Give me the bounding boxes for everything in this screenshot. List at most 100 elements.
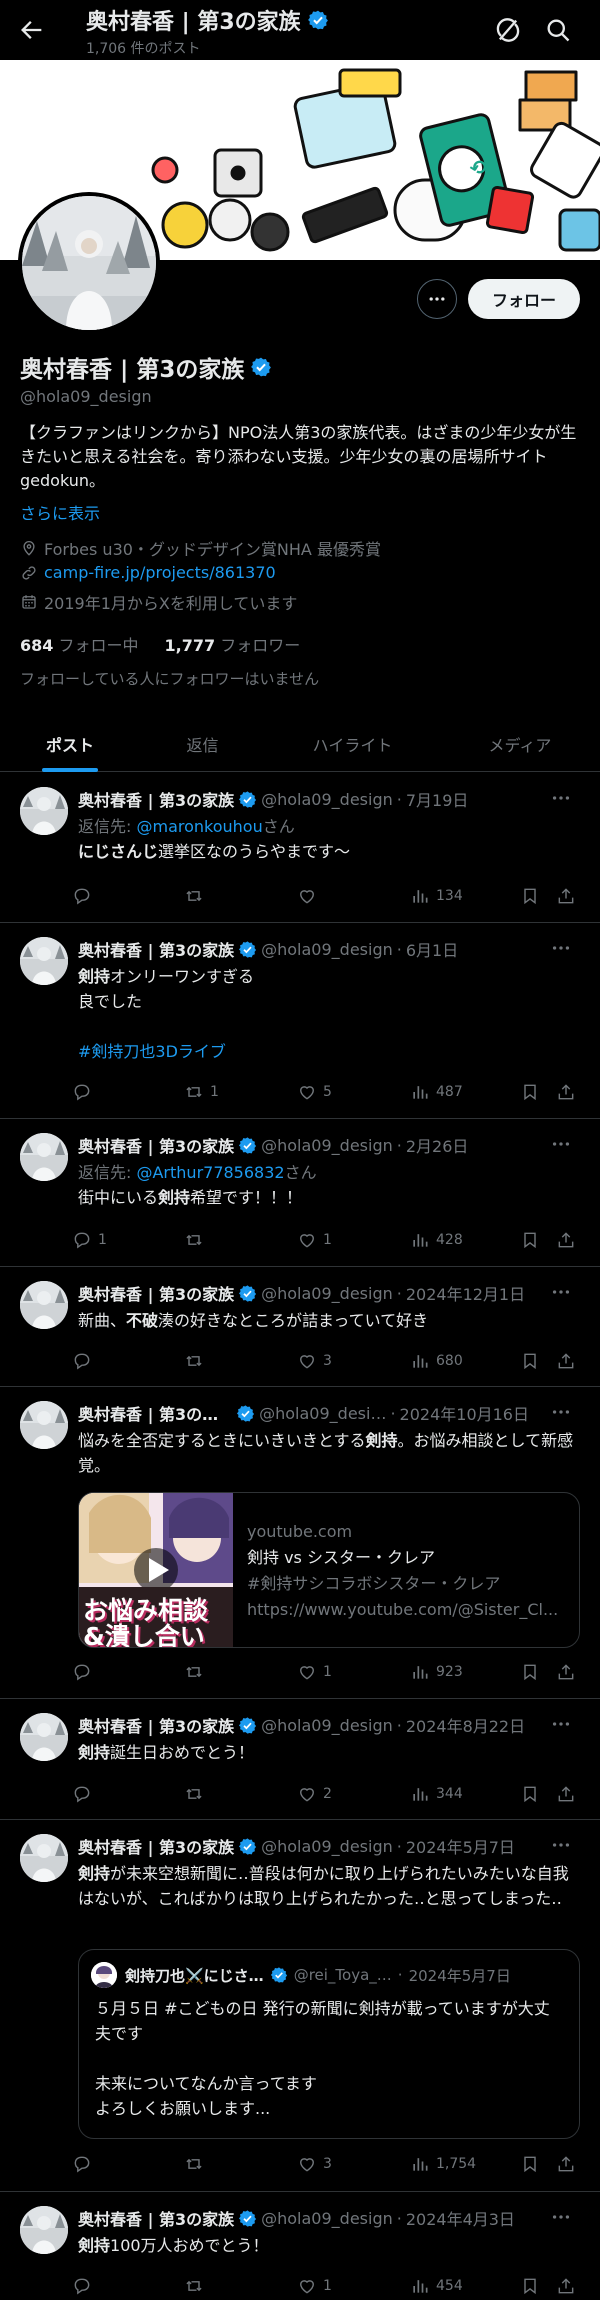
- post-author-name[interactable]: 奥村春香 | 第3の家族: [78, 1281, 234, 1305]
- like-action[interactable]: 1: [297, 2272, 332, 2300]
- grok-refresh-icon[interactable]: [494, 16, 522, 44]
- post-more-icon[interactable]: [550, 1834, 572, 1856]
- post-avatar[interactable]: [20, 1401, 68, 1449]
- post-item[interactable]: 奥村春香 | 第3の… @hola09_desi… · 2024年10月16日 …: [0, 1387, 600, 1699]
- post-date[interactable]: 2月26日: [406, 1133, 469, 1157]
- repost-action[interactable]: [184, 1226, 210, 1254]
- profile-avatar[interactable]: [18, 192, 160, 334]
- views-action[interactable]: 923: [410, 1658, 463, 1686]
- followers-link[interactable]: 1,777 フォロワー: [165, 632, 301, 656]
- post-handle[interactable]: @hola09_design: [261, 790, 393, 809]
- tab-replies[interactable]: 返信: [130, 716, 275, 772]
- post-more-icon[interactable]: [550, 1401, 572, 1423]
- post-item[interactable]: 奥村春香 | 第3の家族 @hola09_design · 7月19日 返信先:…: [0, 773, 600, 923]
- post-item[interactable]: 奥村春香 | 第3の家族 @hola09_design · 2024年12月1日…: [0, 1267, 600, 1387]
- post-author-name[interactable]: 奥村春香 | 第3の…: [78, 1401, 218, 1425]
- views-action[interactable]: 344: [410, 1780, 463, 1808]
- following-link[interactable]: 684 フォロー中: [20, 632, 139, 656]
- post-hashtag[interactable]: #剣持刀也3Dライブ: [78, 1039, 580, 1064]
- share-action[interactable]: [556, 1226, 576, 1254]
- reply-to-user[interactable]: @maronkouhou: [136, 817, 262, 836]
- reply-action[interactable]: [72, 1078, 98, 1106]
- reply-to-user[interactable]: @Arthur77856832: [136, 1163, 284, 1182]
- post-item[interactable]: 奥村春香 | 第3の家族 @hola09_design · 2月26日 返信先:…: [0, 1119, 600, 1267]
- post-handle[interactable]: @hola09_design: [261, 940, 393, 959]
- like-action[interactable]: [297, 882, 323, 910]
- repost-action[interactable]: [184, 1658, 210, 1686]
- reply-action[interactable]: [72, 1347, 98, 1375]
- back-arrow-icon[interactable]: [18, 16, 46, 44]
- bookmark-action[interactable]: [520, 2150, 540, 2178]
- post-avatar[interactable]: [20, 1133, 68, 1181]
- views-action[interactable]: 134: [410, 882, 463, 910]
- share-action[interactable]: [556, 882, 576, 910]
- post-handle[interactable]: @hola09_design: [261, 1136, 393, 1155]
- repost-action[interactable]: 1: [184, 1078, 219, 1106]
- post-date[interactable]: 2024年8月22日: [406, 1713, 525, 1737]
- views-action[interactable]: 454: [410, 2272, 463, 2300]
- repost-action[interactable]: [184, 2272, 210, 2300]
- repost-action[interactable]: [184, 882, 210, 910]
- like-action[interactable]: 1: [297, 1226, 332, 1254]
- like-action[interactable]: 2: [297, 1780, 332, 1808]
- views-action[interactable]: 487: [410, 1078, 463, 1106]
- tab-posts[interactable]: ポスト: [0, 716, 140, 772]
- reply-action[interactable]: [72, 2272, 98, 2300]
- post-avatar[interactable]: [20, 1713, 68, 1761]
- post-date[interactable]: 2024年5月7日: [406, 1834, 515, 1858]
- post-date[interactable]: 6月1日: [406, 937, 458, 961]
- post-more-icon[interactable]: [550, 1713, 572, 1735]
- post-item[interactable]: 奥村春香 | 第3の家族 @hola09_design · 6月1日 剣持オンリ…: [0, 923, 600, 1119]
- tab-media[interactable]: メディア: [450, 716, 590, 772]
- like-action[interactable]: 3: [297, 2150, 332, 2178]
- post-avatar[interactable]: [20, 1281, 68, 1329]
- bookmark-action[interactable]: [520, 1780, 540, 1808]
- reply-action[interactable]: [72, 882, 98, 910]
- quoted-post[interactable]: 剣持刀也⚔️にじさ… @rei_Toya_… · 2024年5月7日 ５月５日 …: [78, 1949, 580, 2139]
- tab-highlights[interactable]: ハイライト: [280, 716, 425, 772]
- repost-action[interactable]: [184, 1780, 210, 1808]
- post-avatar[interactable]: [20, 937, 68, 985]
- post-handle[interactable]: @hola09_design: [261, 2209, 393, 2228]
- profile-more-button[interactable]: [417, 279, 457, 319]
- share-action[interactable]: [556, 1658, 576, 1686]
- reply-action[interactable]: [72, 1658, 98, 1686]
- post-author-name[interactable]: 奥村春香 | 第3の家族: [78, 937, 234, 961]
- post-avatar[interactable]: [20, 2206, 68, 2254]
- share-action[interactable]: [556, 1347, 576, 1375]
- post-handle[interactable]: @hola09_desi…: [259, 1404, 386, 1423]
- post-item[interactable]: 奥村春香 | 第3の家族 @hola09_design · 2024年4月3日 …: [0, 2192, 600, 2300]
- follow-button[interactable]: フォロー: [468, 279, 580, 319]
- post-date[interactable]: 2024年12月1日: [406, 1281, 525, 1305]
- post-more-icon[interactable]: [550, 787, 572, 809]
- post-more-icon[interactable]: [550, 1281, 572, 1303]
- share-action[interactable]: [556, 1780, 576, 1808]
- website-link[interactable]: camp-fire.jp/projects/861370: [44, 563, 276, 582]
- like-action[interactable]: 3: [297, 1347, 332, 1375]
- bookmark-action[interactable]: [520, 2272, 540, 2300]
- post-author-name[interactable]: 奥村春香 | 第3の家族: [78, 2206, 234, 2230]
- post-more-icon[interactable]: [550, 937, 572, 959]
- post-author-name[interactable]: 奥村春香 | 第3の家族: [78, 1834, 234, 1858]
- post-more-icon[interactable]: [550, 1133, 572, 1155]
- post-handle[interactable]: @hola09_design: [261, 1837, 393, 1856]
- share-action[interactable]: [556, 2150, 576, 2178]
- bookmark-action[interactable]: [520, 1078, 540, 1106]
- bookmark-action[interactable]: [520, 1347, 540, 1375]
- post-author-name[interactable]: 奥村春香 | 第3の家族: [78, 787, 234, 811]
- post-item[interactable]: 奥村春香 | 第3の家族 @hola09_design · 2024年5月7日 …: [0, 1820, 600, 2192]
- show-more-link[interactable]: さらに表示: [20, 500, 100, 524]
- post-avatar[interactable]: [20, 787, 68, 835]
- repost-action[interactable]: [184, 2150, 210, 2178]
- views-action[interactable]: 428: [410, 1226, 463, 1254]
- post-handle[interactable]: @hola09_design: [261, 1284, 393, 1303]
- share-action[interactable]: [556, 2272, 576, 2300]
- reply-action[interactable]: [72, 1780, 98, 1808]
- bookmark-action[interactable]: [520, 882, 540, 910]
- post-author-name[interactable]: 奥村春香 | 第3の家族: [78, 1713, 234, 1737]
- repost-action[interactable]: [184, 1347, 210, 1375]
- share-action[interactable]: [556, 1078, 576, 1106]
- views-action[interactable]: 1,754: [410, 2150, 476, 2178]
- bookmark-action[interactable]: [520, 1226, 540, 1254]
- post-item[interactable]: 奥村春香 | 第3の家族 @hola09_design · 2024年8月22日…: [0, 1699, 600, 1820]
